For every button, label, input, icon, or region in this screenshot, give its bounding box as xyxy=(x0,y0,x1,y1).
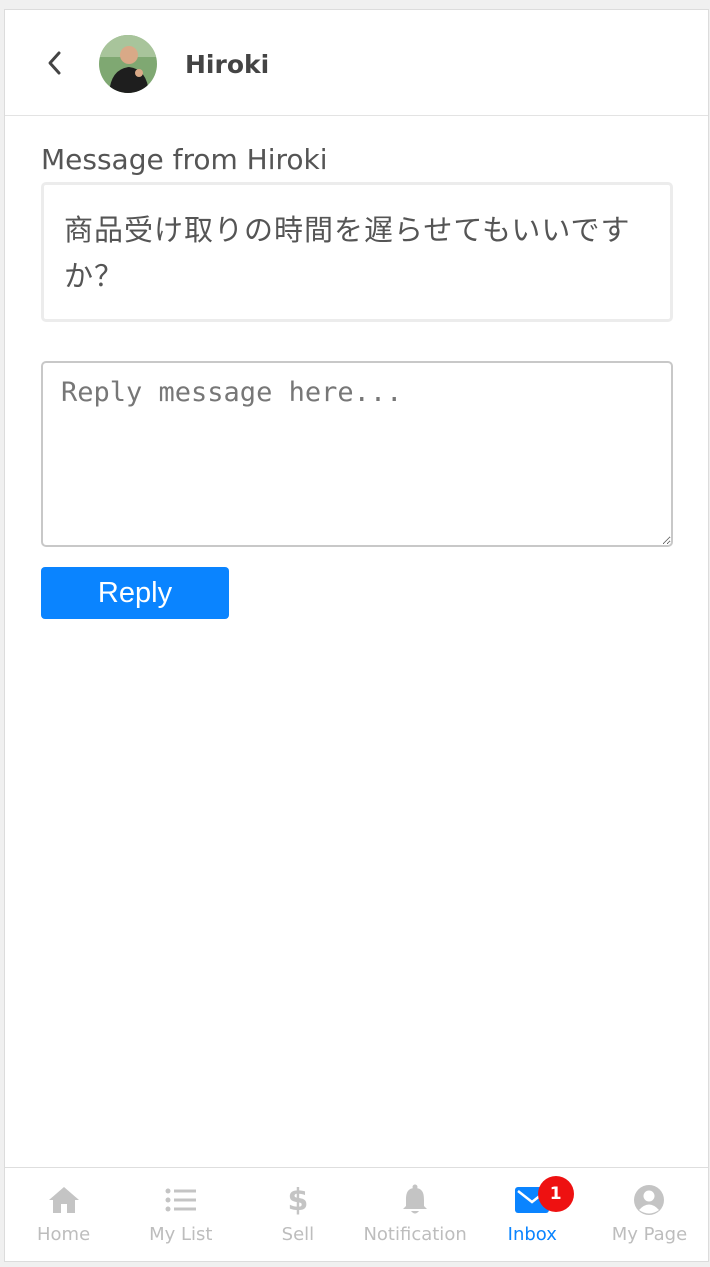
nav-label-my-list: My List xyxy=(149,1224,213,1245)
bell-icon xyxy=(397,1182,433,1218)
nav-label-sell: Sell xyxy=(281,1224,315,1245)
home-icon xyxy=(46,1182,82,1218)
user-circle-icon xyxy=(631,1182,667,1218)
nav-label-inbox: Inbox xyxy=(507,1224,557,1245)
nav-item-notification[interactable]: Notification xyxy=(357,1168,474,1261)
chevron-left-icon xyxy=(48,51,61,75)
reply-textarea[interactable] xyxy=(41,361,673,547)
dollar-icon: $ xyxy=(287,1182,309,1218)
nav-item-my-list[interactable]: My List xyxy=(122,1168,239,1261)
nav-label-my-page: My Page xyxy=(611,1224,688,1245)
contact-name: Hiroki xyxy=(185,50,270,79)
nav-item-inbox[interactable]: 1 Inbox xyxy=(474,1168,591,1261)
chat-header: Hiroki xyxy=(5,10,708,116)
list-icon xyxy=(163,1182,199,1218)
received-message: 商品受け取りの時間を遅らせてもいいですか？ xyxy=(41,182,673,322)
nav-label-notification: Notification xyxy=(363,1224,467,1245)
nav-item-sell[interactable]: $ Sell xyxy=(239,1168,356,1261)
message-label: Message from Hiroki xyxy=(41,143,328,176)
nav-item-home[interactable]: Home xyxy=(5,1168,122,1261)
back-button[interactable] xyxy=(39,48,69,78)
avatar[interactable] xyxy=(99,35,157,93)
reply-button[interactable]: Reply xyxy=(41,567,229,619)
nav-item-my-page[interactable]: My Page xyxy=(591,1168,708,1261)
bottom-nav: Home My List $ Sell Notification 1 Inbox… xyxy=(5,1167,708,1261)
nav-label-home: Home xyxy=(37,1224,91,1245)
app-frame: Hiroki Message from Hiroki 商品受け取りの時間を遅らせ… xyxy=(4,9,709,1262)
unread-badge: 1 xyxy=(537,1176,574,1212)
